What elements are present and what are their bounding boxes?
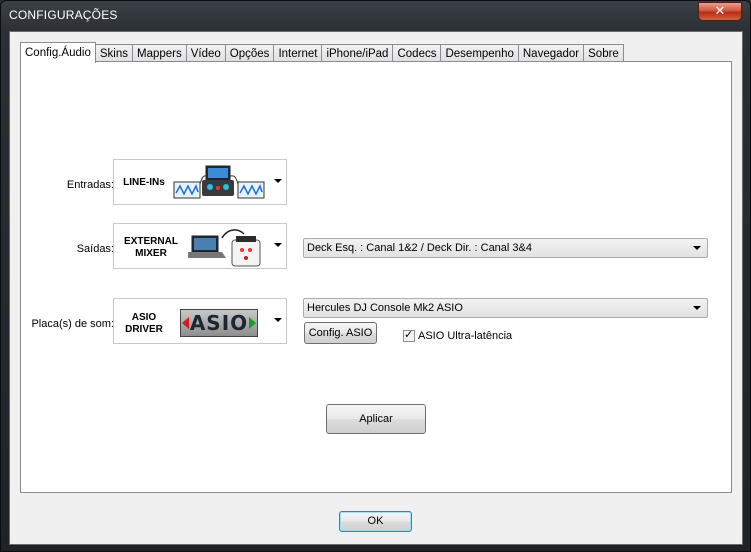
audio-config-panel: Entradas: LINE-INs Saídas: EXTERNAL MIXE… (20, 61, 732, 493)
soundcard-device-line2: DRIVER (125, 324, 163, 335)
tab-codecs[interactable]: Codecs (392, 44, 442, 62)
inputs-device-text: LINE-INs (123, 177, 165, 188)
tab-sobre[interactable]: Sobre (583, 44, 624, 62)
chevron-down-icon (693, 306, 701, 310)
ultra-latency-label: ASIO Ultra-latência (418, 330, 513, 342)
soundcard-dropdown-arrow-icon[interactable] (274, 318, 282, 322)
soundcard-device-line1: ASIO (131, 312, 157, 323)
asio-logo: ASIO (180, 309, 258, 337)
title-bar[interactable]: CONFIGURAÇÕES ✕ (1, 1, 750, 29)
config-asio-button[interactable]: Config. ASIO (304, 322, 377, 344)
tab-config-audio[interactable]: Config.Áudio (20, 42, 96, 63)
outputs-device-line2: MIXER (135, 248, 167, 259)
window-title: CONFIGURAÇÕES (9, 8, 118, 22)
tab-mappers[interactable]: Mappers (131, 44, 187, 62)
outputs-label: Saídas: (76, 243, 114, 255)
soundcard-select[interactable]: Hercules DJ Console Mk2 ASIO (303, 298, 708, 318)
inputs-dropdown-arrow-icon[interactable] (274, 179, 282, 183)
chevron-down-icon (693, 246, 701, 250)
close-icon: ✕ (714, 4, 726, 19)
outputs-device-line1: EXTERNAL (124, 236, 178, 247)
tab-video[interactable]: Vídeo (185, 44, 226, 62)
soundcard-device-selector[interactable]: ASIO DRIVER ASIO (113, 298, 287, 344)
ultra-latency-checkbox[interactable]: ✓ (403, 328, 415, 342)
settings-window: CONFIGURAÇÕES ✕ Config.Áudio Skins Mappe… (0, 0, 751, 552)
inputs-label: Entradas: (66, 179, 114, 191)
soundcard-label: Placa(s) de som: (31, 318, 114, 330)
outputs-dropdown-arrow-icon[interactable] (274, 243, 282, 247)
outputs-device-selector[interactable]: EXTERNAL MIXER (113, 223, 287, 269)
inputs-device-selector[interactable]: LINE-INs (113, 159, 287, 205)
checkmark-icon: ✓ (404, 328, 414, 341)
tab-opcoes[interactable]: Opções (224, 44, 275, 62)
tab-desempenho[interactable]: Desempenho (440, 44, 519, 62)
tab-navegador[interactable]: Navegador (517, 44, 585, 62)
ok-button[interactable]: OK (339, 511, 412, 532)
tab-skins[interactable]: Skins (94, 44, 133, 62)
output-routing-value: Deck Esq. : Canal 1&2 / Deck Dir. : Cana… (307, 242, 532, 254)
line-in-devices-icon (173, 165, 265, 199)
tab-strip: Config.Áudio Skins Mappers Vídeo Opções … (20, 42, 624, 63)
output-routing-select[interactable]: Deck Esq. : Canal 1&2 / Deck Dir. : Cana… (303, 238, 708, 258)
dialog-client: Config.Áudio Skins Mappers Vídeo Opções … (9, 31, 743, 545)
soundcard-value: Hercules DJ Console Mk2 ASIO (307, 302, 463, 314)
asio-logo-text: ASIO (189, 311, 249, 335)
apply-button[interactable]: Aplicar (326, 404, 426, 434)
external-mixer-icon (188, 229, 261, 267)
tab-iphone-ipad[interactable]: iPhone/iPad (321, 44, 394, 62)
tab-internet[interactable]: Internet (273, 44, 323, 62)
close-button[interactable]: ✕ (698, 2, 742, 21)
